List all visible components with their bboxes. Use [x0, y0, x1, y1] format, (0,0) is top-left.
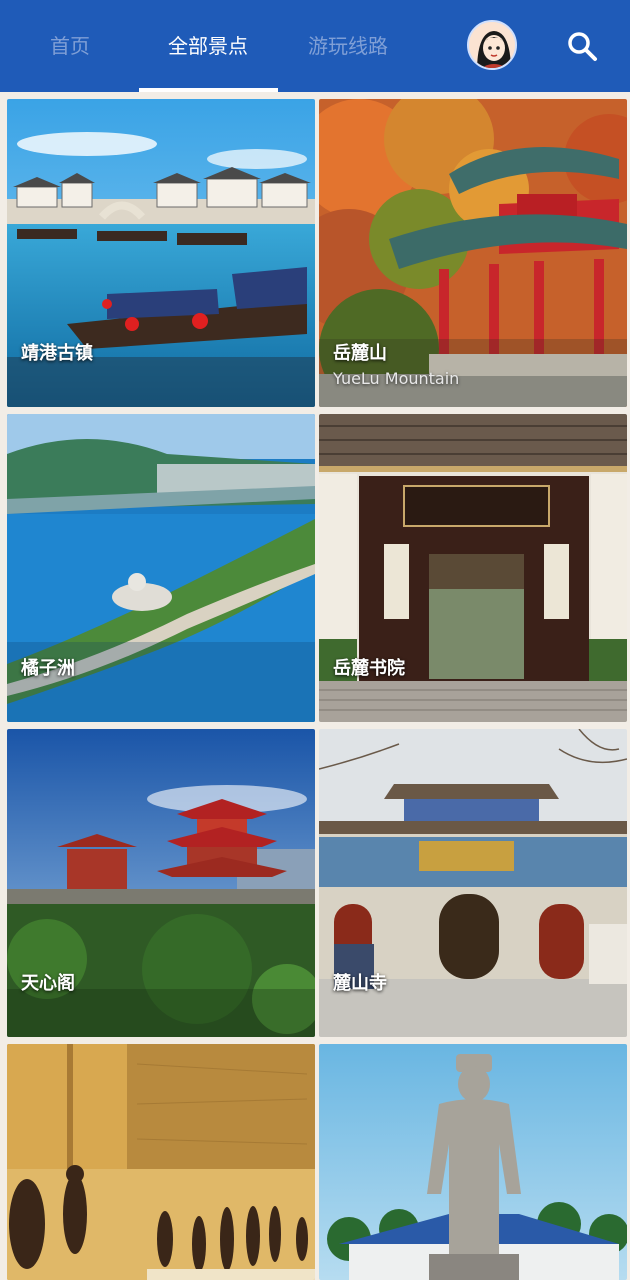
- attraction-card-jinggang[interactable]: 靖港古镇: [7, 99, 315, 407]
- search-icon: [568, 32, 597, 61]
- user-avatar[interactable]: [467, 20, 517, 70]
- search-button[interactable]: [562, 26, 602, 66]
- attraction-name: 橘子洲: [21, 658, 75, 679]
- top-navigation-bar: 首页 全部景点 游玩线路: [0, 0, 630, 92]
- attraction-card-tianxin-pavilion[interactable]: 天心阁: [7, 729, 315, 1037]
- statue-photo: [319, 1044, 627, 1280]
- attraction-card-statue[interactable]: [319, 1044, 627, 1280]
- attraction-card-yuelu-academy[interactable]: 岳麓书院: [319, 414, 627, 722]
- avatar-icon: [469, 22, 515, 68]
- tab-all-attractions[interactable]: 全部景点: [150, 30, 266, 62]
- attraction-name: 麓山寺: [333, 973, 387, 994]
- attraction-card-yuelu-mountain[interactable]: 岳麓山 YueLu Mountain: [319, 99, 627, 407]
- attraction-card-museum[interactable]: [7, 1044, 315, 1280]
- attraction-grid: 靖港古镇 岳麓山 YueLu Mountain 橘子洲 岳麓书院 天心阁 麓山寺: [0, 92, 630, 1280]
- attraction-subtitle: YueLu Mountain: [333, 369, 460, 388]
- tab-tour-routes[interactable]: 游玩线路: [298, 30, 398, 62]
- attraction-name: 岳麓山: [333, 343, 387, 364]
- attraction-name: 天心阁: [21, 973, 75, 994]
- museum-photo: [7, 1044, 315, 1280]
- attraction-name: 靖港古镇: [21, 343, 93, 364]
- attraction-card-orange-isle[interactable]: 橘子洲: [7, 414, 315, 722]
- tab-home[interactable]: 首页: [40, 30, 100, 62]
- attraction-name: 岳麓书院: [333, 658, 405, 679]
- attraction-card-lushan-temple[interactable]: 麓山寺: [319, 729, 627, 1037]
